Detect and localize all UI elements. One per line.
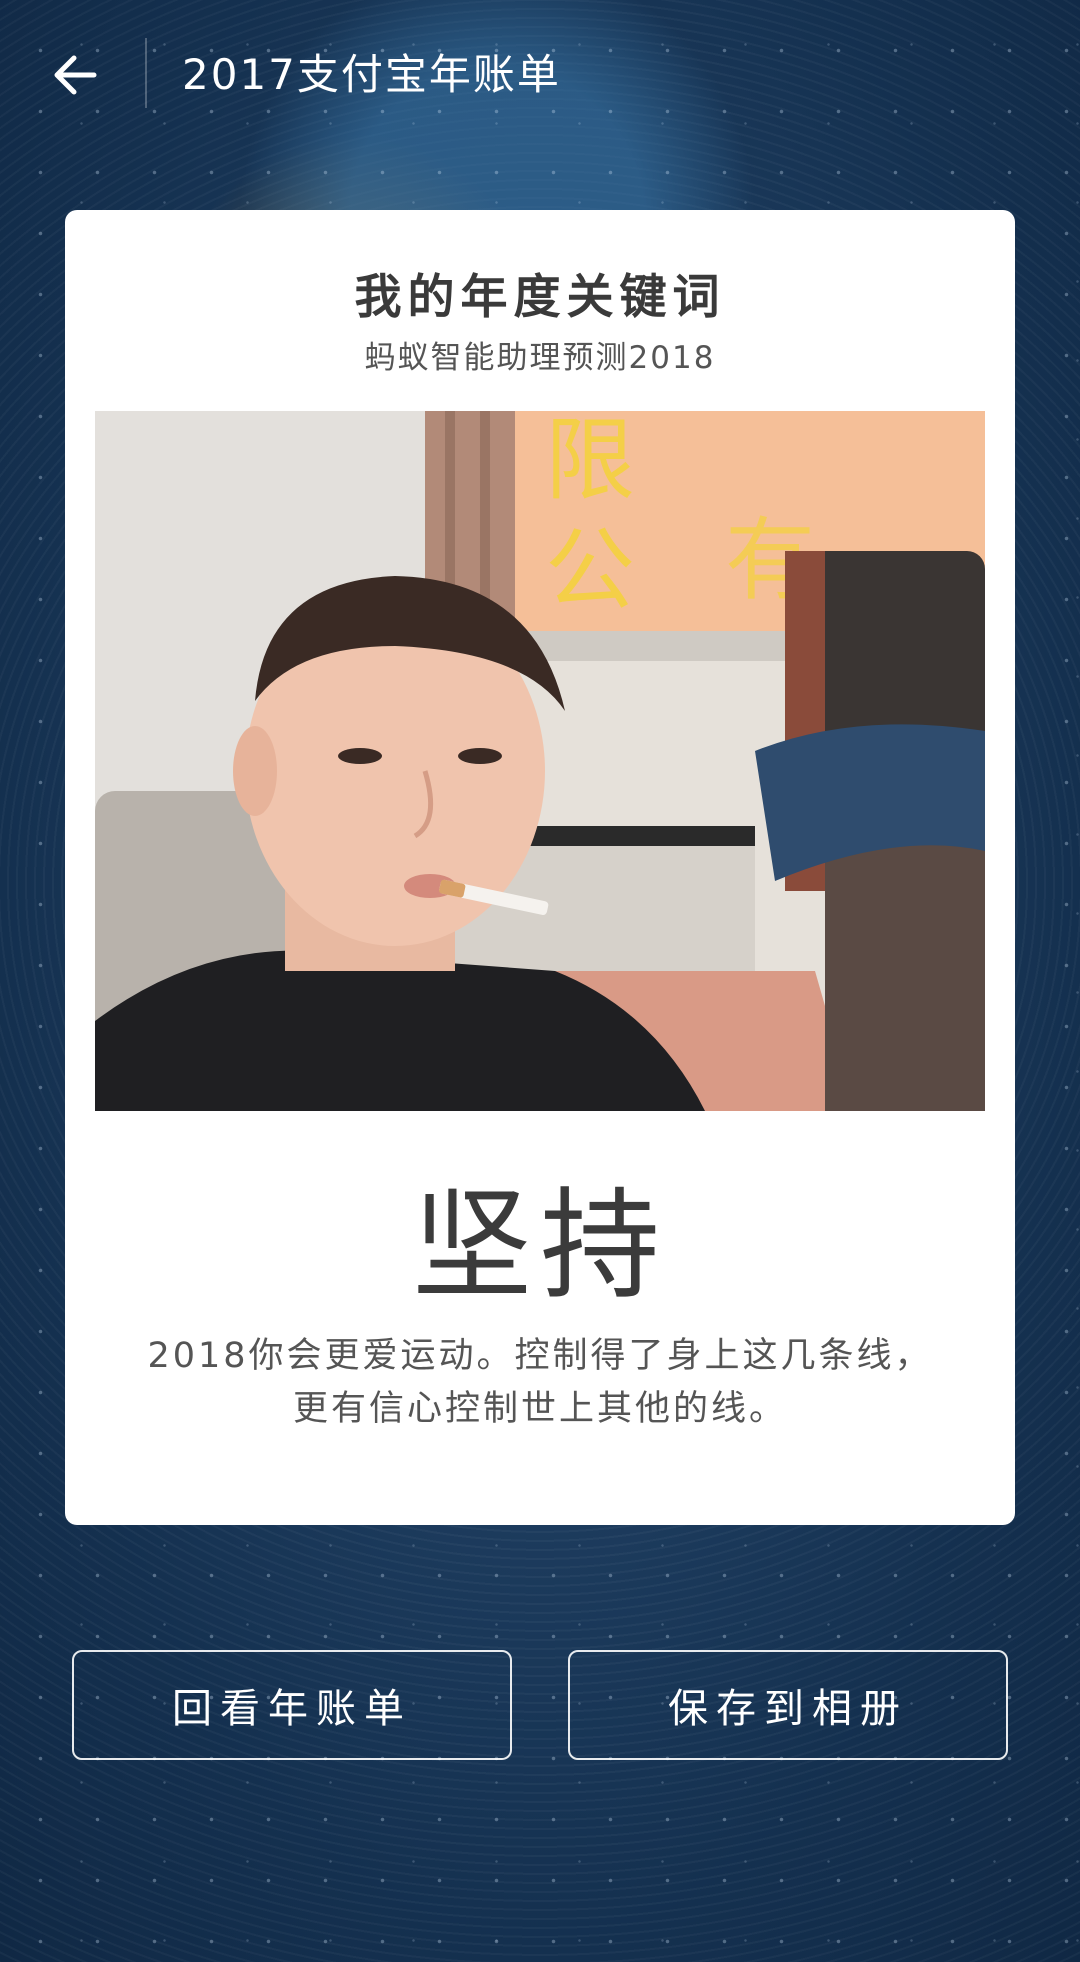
save-to-album-button[interactable]: 保存到相册 <box>568 1650 1008 1760</box>
top-bar: 2017支付宝年账单 <box>0 0 1080 145</box>
arrow-left-icon <box>54 55 97 95</box>
svg-text:公: 公 <box>545 518 635 623</box>
user-photo: 限 公 有 <box>95 411 985 1111</box>
keyword-description: 2018你会更爱运动。控制得了身上这几条线，更有信心控制世上其他的线。 <box>147 1336 933 1429</box>
keyword-card: 我的年度关键词 蚂蚁智能助理预测2018 限 公 有 坚持 2018你会更爱运动… <box>65 210 1015 1525</box>
back-button[interactable] <box>40 40 110 110</box>
page-title: 2017支付宝年账单 <box>182 50 561 99</box>
card-subtitle: 蚂蚁智能助理预测2018 <box>364 340 716 376</box>
card-title: 我的年度关键词 <box>354 270 726 325</box>
keyword-text: 坚持 <box>412 1177 668 1316</box>
header-divider <box>145 38 147 108</box>
svg-text:限: 限 <box>545 411 635 513</box>
review-bill-button[interactable]: 回看年账单 <box>72 1650 512 1760</box>
